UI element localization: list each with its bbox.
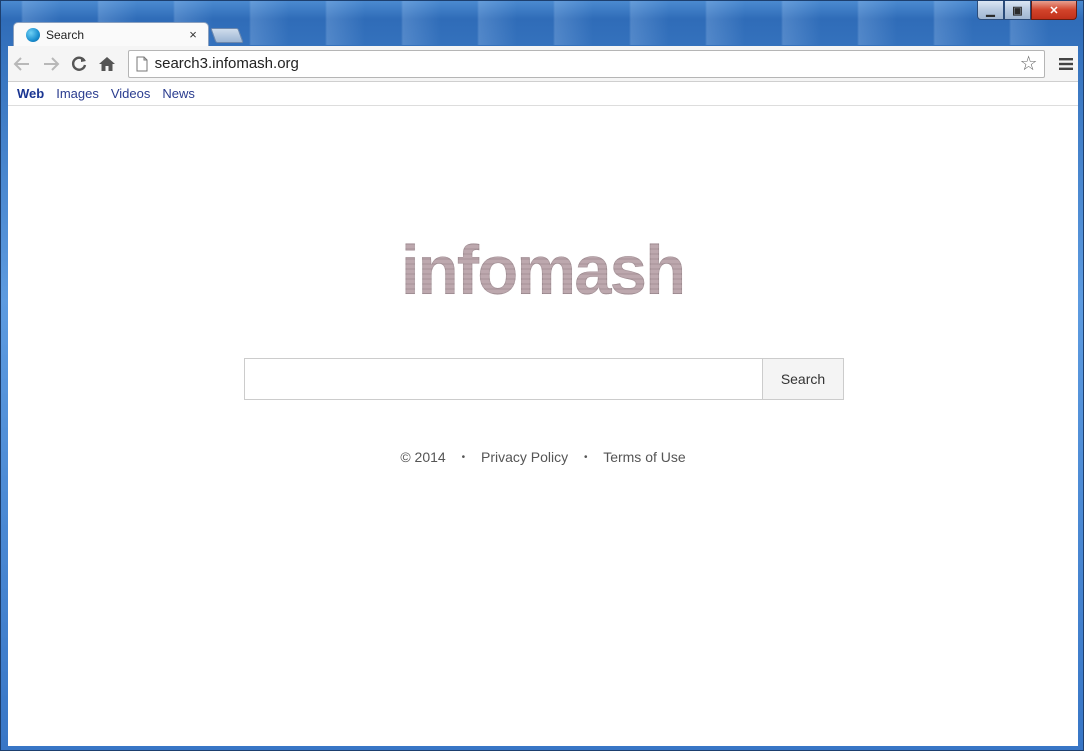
terms-of-use-link[interactable]: Terms of Use	[603, 449, 685, 465]
nav-images[interactable]: Images	[56, 86, 99, 101]
new-tab-button[interactable]	[210, 28, 244, 43]
forward-arrow-icon[interactable]	[36, 50, 64, 78]
search-form: Search	[244, 358, 844, 400]
tab-title: Search	[46, 27, 85, 42]
logo-text: infomash	[401, 231, 686, 309]
footer-separator: •	[461, 452, 466, 463]
menu-icon[interactable]	[1055, 50, 1079, 78]
back-arrow-icon[interactable]	[8, 50, 36, 78]
search-input[interactable]	[244, 358, 762, 400]
caption-buttons: ▁ ▣ ✕	[977, 1, 1077, 20]
footer-separator: •	[584, 452, 588, 463]
reload-icon[interactable]	[65, 50, 93, 78]
minimize-button[interactable]: ▁	[977, 1, 1004, 20]
nav-news[interactable]: News	[162, 86, 195, 101]
address-bar[interactable]: search3.infomash.org ☆	[127, 49, 1045, 78]
nav-web[interactable]: Web	[17, 86, 44, 101]
page-viewport: Web Images Videos News infomash Search ©…	[8, 82, 1078, 746]
close-window-button[interactable]: ✕	[1031, 1, 1077, 20]
tab-close-icon[interactable]: ×	[186, 27, 200, 42]
search-button[interactable]: Search	[762, 358, 844, 400]
url-text[interactable]: search3.infomash.org	[155, 55, 1020, 72]
bookmark-star-icon[interactable]: ☆	[1020, 51, 1038, 76]
browser-tab[interactable]: Search ×	[13, 22, 209, 46]
top-nav: Web Images Videos News	[8, 82, 1078, 106]
home-icon[interactable]	[93, 50, 121, 78]
footer: © 2014 • Privacy Policy • Terms of Use	[8, 449, 1078, 465]
copyright-text: © 2014	[400, 449, 446, 465]
browser-toolbar: search3.infomash.org ☆	[8, 46, 1078, 82]
browser-window: ▁ ▣ ✕ Search × search3.infomash.org ☆ We…	[0, 0, 1084, 751]
nav-videos[interactable]: Videos	[111, 86, 151, 101]
page-icon	[136, 56, 148, 71]
maximize-button[interactable]: ▣	[1004, 1, 1031, 20]
privacy-policy-link[interactable]: Privacy Policy	[481, 449, 568, 465]
favicon-icon	[26, 27, 40, 42]
logo: infomash	[8, 230, 1078, 310]
